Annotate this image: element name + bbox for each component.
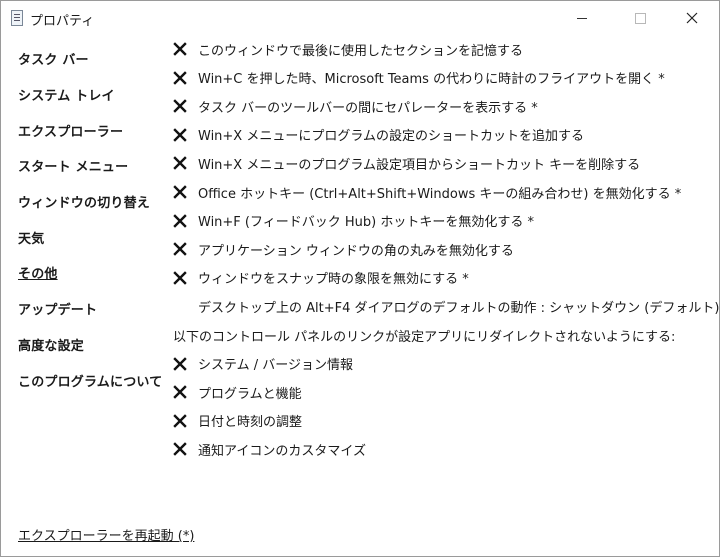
x-mark-icon [173,156,187,171]
sidebar-item-window-switcher[interactable]: ウィンドウの切り替え [18,184,168,220]
option-label: Win+X メニューのプログラム設定項目からショートカット キーを削除する [198,157,641,173]
properties-window: プロパティ タスク バー システム トレイ エクスプローラー スタート メニュー… [0,0,720,557]
option-remember-section[interactable]: このウィンドウで最後に使用したセクションを記憶する [173,35,523,63]
sidebar-item-label: その他 [18,267,58,283]
sidebar-item-label: このプログラムについて [18,374,163,390]
close-icon [686,12,698,24]
section-heading: 以下のコントロール パネルのリンクが設定アプリにリダイレクトされないようにする: [173,329,676,345]
sidebar-item-advanced[interactable]: 高度な設定 [18,327,168,363]
control-panel-heading: 以下のコントロール パネルのリンクが設定アプリにリダイレクトされないようにする: [173,321,675,349]
sidebar-item-label: 高度な設定 [18,338,85,354]
sidebar-item-label: エクスプローラー [18,124,124,140]
sidebar: タスク バー システム トレイ エクスプローラー スタート メニュー ウィンドウ… [18,41,168,398]
minimize-button[interactable] [559,1,605,35]
sidebar-item-other[interactable]: その他 [18,255,168,291]
sidebar-item-start-menu[interactable]: スタート メニュー [18,148,168,184]
x-mark-icon [173,385,187,399]
option-label: ウィンドウをスナップ時の象限を無効にする * [198,272,469,288]
option-toolbar-separators[interactable]: タスク バーのツールバーの間にセパレーターを表示する * [173,92,538,120]
x-mark-icon [173,414,187,428]
sidebar-item-label: ウィンドウの切り替え [18,196,151,212]
option-win-c-clock[interactable]: Win+C を押した時、Microsoft Teams の代わりに時計のフライア… [173,64,665,92]
x-mark-icon [173,42,187,56]
sidebar-item-label: スタート メニュー [18,160,129,176]
x-mark-icon [173,356,187,371]
title-bar[interactable]: プロパティ [1,1,719,35]
x-mark-icon [173,128,187,142]
option-label: アプリケーション ウィンドウの角の丸みを無効化する [198,243,514,259]
option-cp-notification-icons[interactable]: 通知アイコンのカスタマイズ [173,435,366,463]
option-win-f-hotkey[interactable]: Win+F (フィードバック Hub) ホットキーを無効化する * [173,207,534,235]
option-cp-programs-features[interactable]: プログラムと機能 [173,378,302,406]
x-mark-icon [173,442,187,457]
sidebar-item-about[interactable]: このプログラムについて [18,362,168,398]
option-snap-quadrants[interactable]: ウィンドウをスナップ時の象限を無効にする * [173,264,469,292]
sidebar-item-label: タスク バー [18,53,89,69]
sidebar-item-label: 天気 [18,231,45,247]
option-rounded-corners[interactable]: アプリケーション ウィンドウの角の丸みを無効化する [173,235,514,263]
x-mark-icon [173,271,187,285]
option-label: タスク バーのツールバーの間にセパレーターを表示する * [198,100,538,116]
option-label: 通知アイコンのカスタマイズ [198,443,366,459]
sidebar-item-explorer[interactable]: エクスプローラー [18,112,168,148]
x-mark-icon [173,99,187,113]
option-label: Win+X メニューにプログラムの設定のショートカットを追加する [198,129,584,145]
x-mark-icon [173,185,187,199]
sidebar-item-label: システム トレイ [18,89,115,105]
option-label: Office ホットキー (Ctrl+Alt+Shift+Windows キーの… [198,186,682,202]
minimize-icon [577,17,587,19]
sidebar-item-label: アップデート [18,303,98,319]
option-label: 日付と時刻の調整 [198,415,303,431]
window-title: プロパティ [30,14,95,29]
option-winx-shortcut[interactable]: Win+X メニューにプログラムの設定のショートカットを追加する [173,121,584,149]
sidebar-item-update[interactable]: アップデート [18,291,168,327]
option-winx-remove-keys[interactable]: Win+X メニューのプログラム設定項目からショートカット キーを削除する [173,149,640,177]
option-cp-date-time[interactable]: 日付と時刻の調整 [173,407,302,435]
option-label: プログラムと機能 [198,386,302,402]
option-cp-system-version[interactable]: システム / バージョン情報 [173,350,353,378]
option-label: Win+C を押した時、Microsoft Teams の代わりに時計のフライア… [198,72,665,88]
app-icon [11,10,23,26]
x-mark-icon [173,213,187,228]
close-button[interactable] [669,1,715,35]
restart-explorer-link[interactable]: エクスプローラーを再起動 (*) [18,525,194,544]
sidebar-item-weather[interactable]: 天気 [18,219,168,255]
option-label: デスクトップ上の Alt+F4 ダイアログのデフォルトの動作 : シャットダウン… [198,300,720,316]
x-mark-icon [173,70,187,85]
maximize-button [617,1,663,35]
option-label: システム / バージョン情報 [198,358,353,374]
x-mark-icon [173,242,187,256]
sidebar-item-taskbar[interactable]: タスク バー [18,41,168,77]
option-label: このウィンドウで最後に使用したセクションを記憶する [198,43,524,59]
maximize-icon [634,12,646,24]
sidebar-item-system-tray[interactable]: システム トレイ [18,77,168,113]
option-label: Win+F (フィードバック Hub) ホットキーを無効化する * [198,215,534,231]
alt-f4-default-action[interactable]: デスクトップ上の Alt+F4 ダイアログのデフォルトの動作 : シャットダウン… [173,292,719,320]
option-office-hotkey[interactable]: Office ホットキー (Ctrl+Alt+Shift+Windows キーの… [173,178,681,206]
